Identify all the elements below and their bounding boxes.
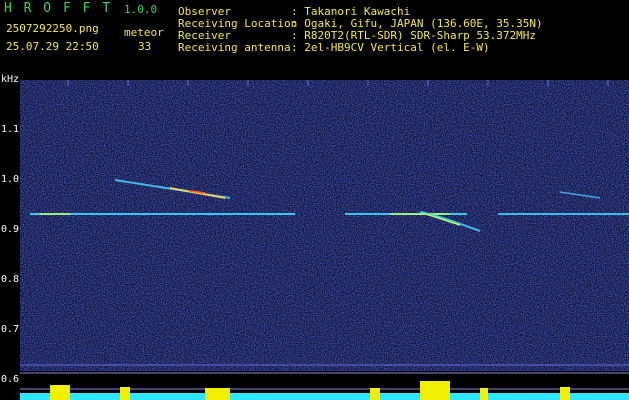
spectrogram-noise <box>20 80 629 370</box>
timestamp: 25.07.29 22:50 <box>6 40 99 53</box>
field-value: : 2el-HB9CV Vertical (el. E-W) <box>291 41 490 54</box>
file-name: 2507292250.png <box>6 22 99 35</box>
mode-label: meteor <box>124 26 164 39</box>
freq-tick: 0.6 <box>1 374 20 385</box>
app-title: H R O F F T <box>4 1 113 16</box>
signal-activity-strip <box>20 370 629 400</box>
field-label: Receiving antenna <box>178 41 291 54</box>
app-version: 1.0.0 <box>124 3 158 16</box>
hroft-display: H R O F F T 1.0.0 2507292250.png 25.07.2… <box>0 0 629 400</box>
spectrogram <box>20 80 629 370</box>
y-axis-unit: kHz <box>1 74 20 85</box>
freq-tick: 0.7 <box>1 324 20 335</box>
freq-tick: 0.9 <box>1 224 20 235</box>
freq-tick: 1.0 <box>1 174 20 185</box>
meteor-count: 33 <box>138 40 152 53</box>
freq-tick: 1.1 <box>1 124 20 135</box>
freq-tick: 0.8 <box>1 274 20 285</box>
